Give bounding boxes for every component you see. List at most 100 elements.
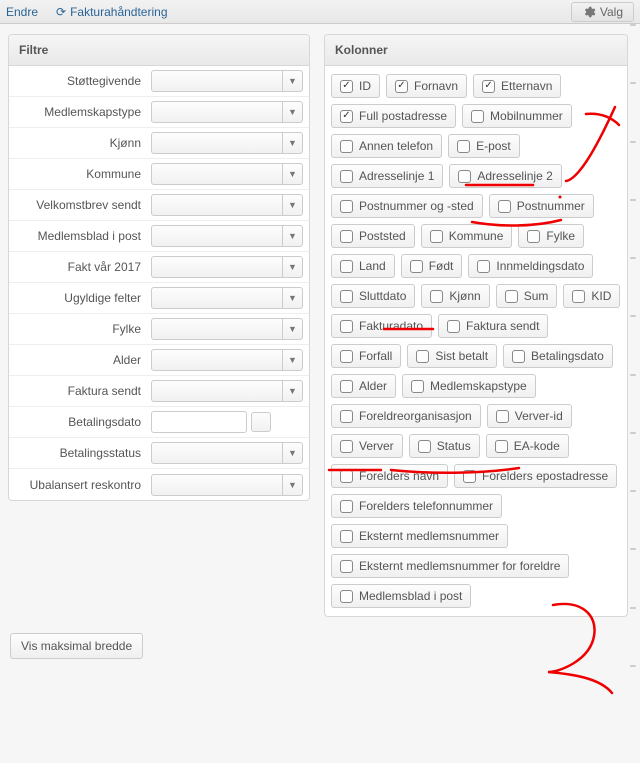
column-pill[interactable]: Status — [409, 434, 480, 458]
pill-checkbox[interactable] — [496, 410, 509, 423]
pill-checkbox[interactable] — [416, 350, 429, 363]
column-pill[interactable]: Kommune — [421, 224, 513, 248]
filter-select[interactable]: ▼ — [151, 132, 303, 154]
pill-checkbox[interactable] — [340, 260, 353, 273]
pill-checkbox[interactable] — [340, 110, 353, 123]
chevron-down-icon: ▼ — [282, 319, 302, 339]
column-pill[interactable]: Alder — [331, 374, 396, 398]
column-pill[interactable]: Fornavn — [386, 74, 467, 98]
pill-checkbox[interactable] — [498, 200, 511, 213]
column-pill[interactable]: Etternavn — [473, 74, 561, 98]
filter-select[interactable]: ▼ — [151, 70, 303, 92]
pill-checkbox[interactable] — [340, 380, 353, 393]
filter-select[interactable]: ▼ — [151, 256, 303, 278]
pill-checkbox[interactable] — [340, 230, 353, 243]
pill-checkbox[interactable] — [505, 290, 518, 303]
pill-checkbox[interactable] — [430, 290, 443, 303]
filter-select[interactable]: ▼ — [151, 163, 303, 185]
column-pill[interactable]: Fakturadato — [331, 314, 432, 338]
betalingsdato-input[interactable] — [151, 411, 247, 433]
column-pill[interactable]: Sum — [496, 284, 558, 308]
pill-checkbox[interactable] — [340, 530, 353, 543]
pill-checkbox[interactable] — [340, 200, 353, 213]
column-pill[interactable]: KID — [563, 284, 620, 308]
pill-checkbox[interactable] — [418, 440, 431, 453]
column-pill[interactable]: Sist betalt — [407, 344, 497, 368]
filter-select[interactable]: ▼ — [151, 101, 303, 123]
column-pill[interactable]: Faktura sendt — [438, 314, 548, 338]
column-pill[interactable]: Medlemsblad i post — [331, 584, 471, 608]
pill-checkbox[interactable] — [495, 440, 508, 453]
column-pill[interactable]: Sluttdato — [331, 284, 415, 308]
filter-label: Betalingsdato — [9, 415, 151, 429]
pill-checkbox[interactable] — [340, 320, 353, 333]
pill-checkbox[interactable] — [340, 410, 353, 423]
filter-select[interactable]: ▼ — [151, 474, 303, 496]
column-pill[interactable]: Eksternt medlemsnummer — [331, 524, 508, 548]
link-endre[interactable]: Endre — [6, 5, 38, 19]
pill-checkbox[interactable] — [340, 470, 353, 483]
column-pill[interactable]: Eksternt medlemsnummer for foreldre — [331, 554, 569, 578]
filter-select[interactable]: ▼ — [151, 194, 303, 216]
column-pill[interactable]: Verver — [331, 434, 403, 458]
column-pill[interactable]: Medlemskapstype — [402, 374, 536, 398]
pill-checkbox[interactable] — [340, 140, 353, 153]
pill-checkbox[interactable] — [430, 230, 443, 243]
column-pill[interactable]: Foreldreorganisasjon — [331, 404, 481, 428]
column-pill[interactable]: Fylke — [518, 224, 584, 248]
pill-checkbox[interactable] — [512, 350, 525, 363]
column-pill[interactable]: Postnummer — [489, 194, 594, 218]
column-pill[interactable]: Poststed — [331, 224, 415, 248]
pill-checkbox[interactable] — [340, 500, 353, 513]
button-valg[interactable]: Valg — [571, 2, 634, 22]
pill-checkbox[interactable] — [527, 230, 540, 243]
column-pill[interactable]: Kjønn — [421, 284, 489, 308]
filter-select[interactable]: ▼ — [151, 380, 303, 402]
filter-select[interactable]: ▼ — [151, 287, 303, 309]
filter-select[interactable]: ▼ — [151, 225, 303, 247]
pill-checkbox[interactable] — [340, 170, 353, 183]
pill-checkbox[interactable] — [395, 80, 408, 93]
pill-checkbox[interactable] — [477, 260, 490, 273]
column-pill[interactable]: Adresselinje 2 — [449, 164, 561, 188]
pill-checkbox[interactable] — [411, 380, 424, 393]
column-pill[interactable]: Forfall — [331, 344, 401, 368]
pill-checkbox[interactable] — [457, 140, 470, 153]
column-pill[interactable]: ID — [331, 74, 380, 98]
pill-checkbox[interactable] — [340, 440, 353, 453]
filter-select[interactable]: ▼ — [151, 318, 303, 340]
filter-select[interactable]: ▼ — [151, 442, 303, 464]
column-pill[interactable]: Mobilnummer — [462, 104, 572, 128]
column-pill[interactable]: Land — [331, 254, 395, 278]
filter-select[interactable]: ▼ — [151, 349, 303, 371]
column-pill[interactable]: Forelders epostadresse — [454, 464, 617, 488]
betalingsdato-picker-button[interactable] — [251, 412, 271, 432]
pill-checkbox[interactable] — [482, 80, 495, 93]
column-pill[interactable]: EA-kode — [486, 434, 569, 458]
column-pill[interactable]: Verver-id — [487, 404, 572, 428]
pill-label: Født — [429, 259, 454, 273]
column-pill[interactable]: E-post — [448, 134, 520, 158]
pill-checkbox[interactable] — [340, 80, 353, 93]
pill-checkbox[interactable] — [340, 560, 353, 573]
column-pill[interactable]: Adresselinje 1 — [331, 164, 443, 188]
column-pill[interactable]: Annen telefon — [331, 134, 442, 158]
pill-checkbox[interactable] — [340, 350, 353, 363]
column-pill[interactable]: Postnummer og -sted — [331, 194, 483, 218]
pill-checkbox[interactable] — [410, 260, 423, 273]
column-pill[interactable]: Innmeldingsdato — [468, 254, 593, 278]
pill-checkbox[interactable] — [458, 170, 471, 183]
pill-checkbox[interactable] — [340, 290, 353, 303]
pill-checkbox[interactable] — [463, 470, 476, 483]
link-fakturahandtering[interactable]: ⟳ Fakturahåndtering — [56, 5, 167, 19]
column-pill[interactable]: Betalingsdato — [503, 344, 613, 368]
pill-checkbox[interactable] — [447, 320, 460, 333]
pill-checkbox[interactable] — [572, 290, 585, 303]
pill-checkbox[interactable] — [471, 110, 484, 123]
column-pill[interactable]: Forelders navn — [331, 464, 448, 488]
column-pill[interactable]: Forelders telefonnummer — [331, 494, 502, 518]
column-pill[interactable]: Full postadresse — [331, 104, 456, 128]
button-vis-maksimal-bredde[interactable]: Vis maksimal bredde — [10, 633, 143, 659]
column-pill[interactable]: Født — [401, 254, 463, 278]
pill-checkbox[interactable] — [340, 590, 353, 603]
